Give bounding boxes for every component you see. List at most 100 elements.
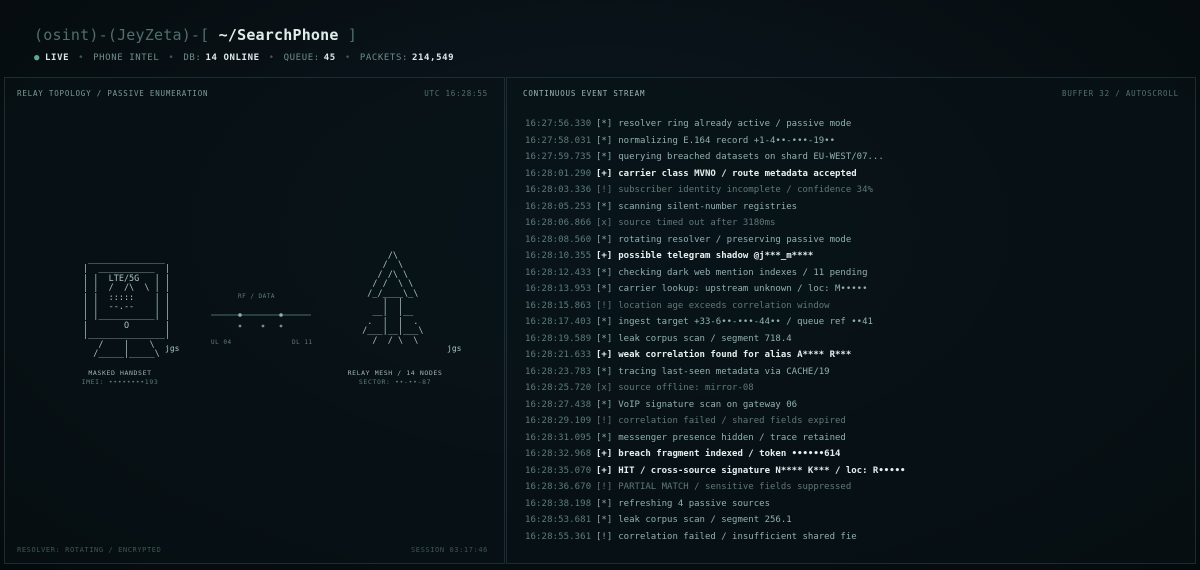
event-tag: [*]	[596, 366, 613, 377]
event-message: weak correlation found for alias A**** R…	[618, 350, 852, 361]
panel-title: RELAY TOPOLOGY / PASSIVE ENUMERATION	[17, 89, 209, 98]
mesh-label: RELAY MESH / 14 NODES	[347, 369, 443, 377]
event-log[interactable]: 16:27:56.330 [*] resolver ring already act…	[525, 116, 1185, 545]
resolver-footer: RESOLVER: ROTATING / ENCRYPTED	[17, 546, 162, 554]
event-tag: [!]	[596, 185, 613, 196]
event-timestamp: 16:28:01.290	[525, 168, 592, 179]
event-tag: [+]	[596, 465, 613, 476]
event-row: 16:28:10.355 [+] possible telegram shadow …	[525, 248, 1185, 265]
mesh-art-signature: jgs	[447, 344, 462, 353]
event-timestamp: 16:28:29.109	[525, 416, 592, 427]
event-row: 16:28:53.681 [*] leak corpus scan / segmen…	[525, 512, 1185, 529]
utc-clock: UTC 16:28:55	[424, 89, 488, 98]
event-tag: [!]	[596, 416, 613, 427]
event-timestamp: 16:28:55.361	[525, 531, 592, 542]
event-row: 16:28:13.953 [*] carrier lookup: upstream …	[525, 281, 1185, 298]
event-message: leak corpus scan / segment 256.1	[618, 515, 792, 526]
event-tag: [*]	[596, 119, 613, 130]
link-node	[238, 324, 242, 328]
event-message: messenger presence hidden / trace retain…	[618, 432, 846, 443]
event-row: 16:28:06.866 [x] source timed out after 31…	[525, 215, 1185, 232]
event-message: refreshing 4 passive sources	[618, 498, 770, 509]
handset-ascii-art: _______________ | ___________ | | | LTE/…	[83, 255, 170, 360]
event-timestamp: 16:28:38.198	[525, 498, 592, 509]
event-message: scanning silent-number registries	[618, 201, 798, 212]
event-row: 16:28:17.403 [*] ingest target +33-6••-•••…	[525, 314, 1185, 331]
event-message: normalizing E.164 record +1-4••-•••-19••	[618, 135, 836, 146]
event-tag: [x]	[596, 383, 613, 394]
event-row: 16:28:36.670 [!] PARTIAL MATCH / sensitive…	[525, 479, 1185, 496]
event-message: correlation failed / insufficient shared…	[618, 531, 857, 542]
event-tag: [*]	[596, 432, 613, 443]
event-timestamp: 16:27:58.031	[525, 135, 592, 146]
event-stream-panel[interactable]: CONTINUOUS EVENT STREAM BUFFER 32 / AUTO…	[506, 77, 1196, 564]
event-row: 16:28:35.070 [+] HIT / cross-source signat…	[525, 463, 1185, 480]
event-tag: [x]	[596, 218, 613, 229]
event-message: checking dark web mention indexes / 11 p…	[618, 267, 868, 278]
event-timestamp: 16:28:13.953	[525, 284, 592, 295]
event-tag: [*]	[596, 333, 613, 344]
event-tag: [*]	[596, 317, 613, 328]
event-tag: [+]	[596, 168, 613, 179]
queue-value: 45	[323, 53, 336, 63]
event-message: leak corpus scan / segment 718.4	[618, 333, 792, 344]
event-row: 16:28:03.336 [!] subscriber identity incom…	[525, 182, 1185, 199]
event-message: correlation failed / shared fields expir…	[618, 416, 846, 427]
event-row: 16:27:59.735 [*] querying breached dataset…	[525, 149, 1185, 166]
link-node	[279, 324, 283, 328]
queue-label: QUEUE:	[283, 53, 320, 63]
link-node	[261, 324, 265, 328]
event-timestamp: 16:28:15.863	[525, 300, 592, 311]
event-row: 16:28:01.290 [+] carrier class MVNO / rout…	[525, 166, 1185, 183]
event-timestamp: 16:28:05.253	[525, 201, 592, 212]
relay-mesh-ascii-art: /\ / \ / /\ \ / / \ \ /_/____\_\ | | __|…	[362, 251, 424, 346]
separator-dot-icon: •	[344, 53, 351, 63]
status-bar: ● LIVE • PHONE INTEL • DB: 14 ONLINE • Q…	[34, 53, 454, 63]
event-row: 16:28:27.438 [*] VoIP signature scan on ga…	[525, 397, 1185, 414]
uplink-label: UL 04	[211, 339, 232, 346]
event-row: 16:27:58.031 [*] normalizing E.164 record …	[525, 133, 1185, 150]
prompt-directory: ~/SearchPhone	[209, 26, 339, 44]
link-label: RF / DATA	[238, 293, 276, 300]
event-timestamp: 16:28:53.681	[525, 515, 592, 526]
event-message: carrier class MVNO / route metadata acce…	[618, 168, 857, 179]
live-dot-icon: ●	[34, 53, 41, 63]
terminal-window: (osint)-(JeyZeta)-[ ~/SearchPhone ] ● LI…	[0, 0, 1200, 570]
event-timestamp: 16:28:27.438	[525, 399, 592, 410]
event-message: source offline: mirror-08	[618, 383, 754, 394]
event-message: possible telegram shadow @j***_m****	[618, 251, 814, 262]
event-message: VoIP signature scan on gateway 06	[618, 399, 798, 410]
event-timestamp: 16:28:35.070	[525, 465, 592, 476]
event-timestamp: 16:28:31.095	[525, 432, 592, 443]
event-message: PARTIAL MATCH / sensitive fields suppres…	[618, 482, 852, 493]
event-row: 16:28:21.633 [+] weak correlation found fo…	[525, 347, 1185, 364]
event-timestamp: 16:28:25.720	[525, 383, 592, 394]
event-row: 16:28:15.863 [!] location age exceeds corr…	[525, 298, 1185, 315]
event-row: 16:28:29.109 [!] correlation failed / shar…	[525, 413, 1185, 430]
event-message: location age exceeds correlation window	[618, 300, 830, 311]
event-tag: [*]	[596, 135, 613, 146]
event-timestamp: 16:28:12.433	[525, 267, 592, 278]
separator-dot-icon: •	[168, 53, 175, 63]
event-row: 16:28:23.783 [*] tracing last-seen metadat…	[525, 364, 1185, 381]
event-timestamp: 16:28:08.560	[525, 234, 592, 245]
event-message: tracing last-seen metadata via CACHE/19	[618, 366, 830, 377]
mode-label: PHONE INTEL	[93, 53, 160, 63]
separator-dot-icon: •	[78, 53, 85, 63]
event-timestamp: 16:28:06.866	[525, 218, 592, 229]
packets-label: PACKETS:	[359, 53, 408, 63]
event-tag: [!]	[596, 531, 613, 542]
event-message: ingest target +33-6••-•••-44•• / queue r…	[618, 317, 873, 328]
event-timestamp: 16:28:23.783	[525, 366, 592, 377]
event-row: 16:28:25.720 [x] source offline: mirror-08	[525, 380, 1185, 397]
event-message: source timed out after 3180ms	[618, 218, 776, 229]
prompt-prefix: (osint)-(JeyZeta)-[	[34, 26, 210, 44]
event-timestamp: 16:28:10.355	[525, 251, 592, 262]
event-row: 16:28:38.198 [*] refreshing 4 passive sour…	[525, 496, 1185, 513]
event-row: 16:28:08.560 [*] rotating resolver / prese…	[525, 232, 1185, 249]
event-tag: [!]	[596, 300, 613, 311]
event-message: querying breached datasets on shard EU-W…	[618, 152, 884, 163]
event-message: subscriber identity incomplete / confide…	[618, 185, 873, 196]
db-label: DB:	[183, 53, 202, 63]
event-timestamp: 16:27:59.735	[525, 152, 592, 163]
